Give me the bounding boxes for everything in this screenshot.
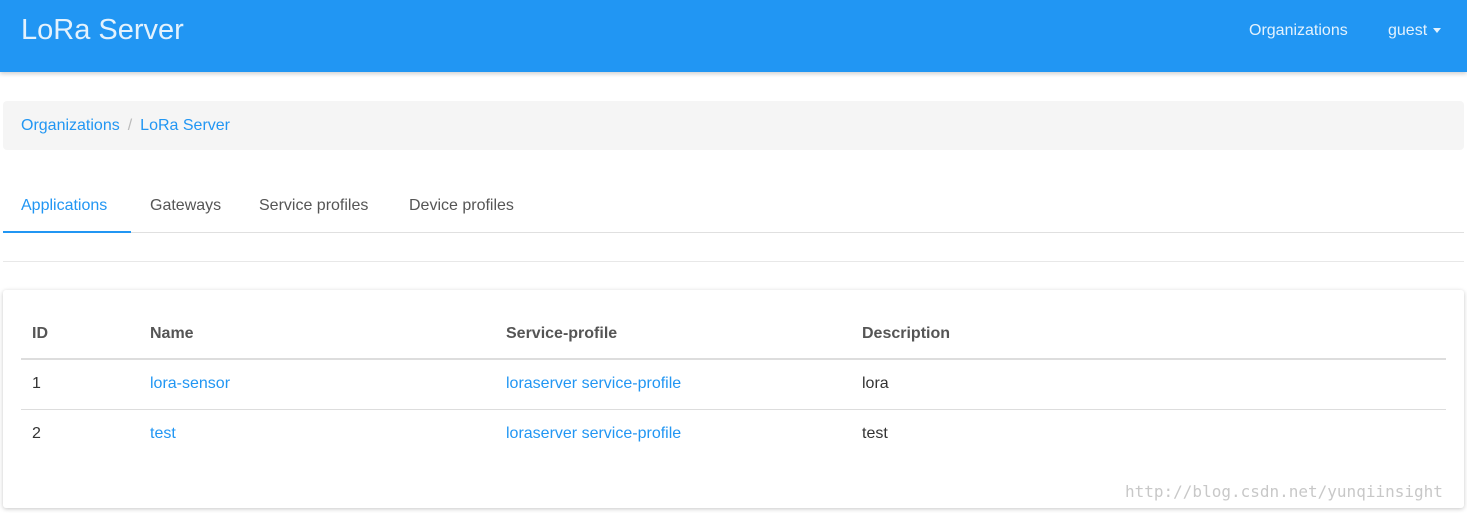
breadcrumb-lora-server[interactable]: LoRa Server — [140, 117, 230, 134]
column-header-description: Description — [851, 310, 1446, 360]
service-profile-link[interactable]: loraserver service-profile — [506, 375, 681, 392]
tab-device-profiles[interactable]: Device profiles — [391, 180, 532, 233]
cell-id: 1 — [21, 359, 139, 410]
applications-panel: ID Name Service-profile Description 1 lo… — [3, 290, 1464, 508]
application-name-link[interactable]: lora-sensor — [150, 375, 230, 392]
nav-organizations-link[interactable]: Organizations — [1249, 22, 1348, 40]
breadcrumb-separator: / — [127, 117, 133, 134]
column-header-service-profile: Service-profile — [495, 310, 851, 360]
table-row: 2 test loraserver service-profile test — [21, 409, 1446, 459]
caret-down-icon — [1433, 28, 1442, 34]
top-navbar: LoRa Server Organizations guest — [0, 0, 1467, 72]
breadcrumb: Organizations / LoRa Server — [3, 101, 1464, 150]
tab-bar: Applications Gateways Service profiles D… — [3, 180, 1464, 233]
service-profile-link[interactable]: loraserver service-profile — [506, 425, 681, 442]
column-header-id: ID — [21, 310, 139, 360]
user-menu-dropdown[interactable]: guest — [1388, 22, 1442, 40]
tab-service-profiles[interactable]: Service profiles — [241, 180, 386, 233]
cell-id: 2 — [32, 425, 41, 443]
application-name-link[interactable]: test — [150, 425, 176, 442]
section-divider — [3, 261, 1464, 262]
brand-logo-link[interactable]: LoRa Server — [21, 14, 184, 47]
column-header-name: Name — [139, 310, 495, 360]
tab-gateways[interactable]: Gateways — [132, 180, 239, 233]
breadcrumb-organizations[interactable]: Organizations — [21, 117, 120, 134]
table-header-row: ID Name Service-profile Description — [21, 310, 1446, 360]
applications-table: ID Name Service-profile Description 1 lo… — [21, 310, 1446, 459]
watermark-text: http://blog.csdn.net/yunqiinsight — [1125, 482, 1443, 501]
table-row: 1 lora-sensor loraserver service-profile… — [21, 359, 1446, 410]
cell-description: lora — [851, 359, 1446, 410]
cell-description: test — [862, 425, 888, 443]
user-menu-label: guest — [1388, 22, 1428, 39]
tab-applications[interactable]: Applications — [3, 180, 131, 233]
